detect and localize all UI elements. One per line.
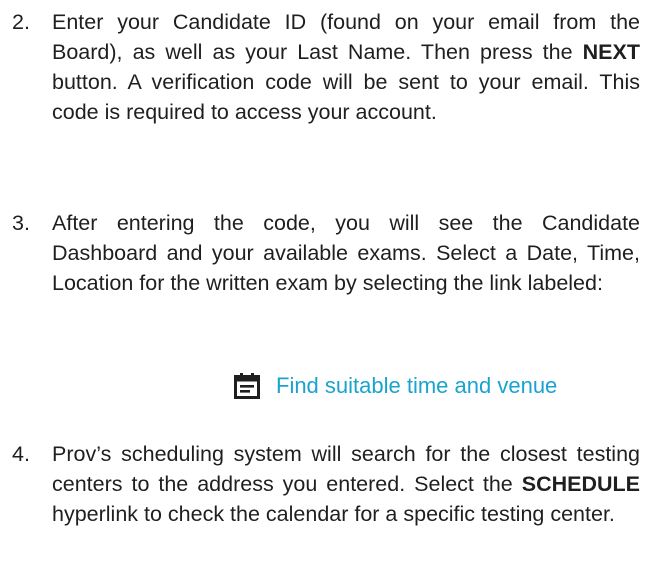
step-text-part: After entering the code, you will see th… (52, 211, 640, 295)
step-number: 3. (12, 211, 30, 235)
next-keyword: NEXT (582, 40, 640, 64)
calendar-icon (234, 373, 260, 399)
instructions-page: 2. Enter your Candidate ID (found on you… (0, 0, 664, 576)
step-text-part: button. A verification code will be sent… (52, 70, 640, 124)
step-number: 4. (12, 442, 30, 466)
step-text: After entering the code, you will see th… (52, 208, 640, 298)
step-text-part: hyperlink to check the calendar for a sp… (52, 502, 615, 526)
step-number: 2. (12, 10, 30, 34)
step-text: Prov’s scheduling system will search for… (52, 439, 640, 529)
step-text: Enter your Candidate ID (found on your e… (52, 7, 640, 127)
schedule-keyword: SCHEDULE (521, 472, 640, 496)
step-text-part: Enter your Candidate ID (found on your e… (52, 10, 640, 64)
find-time-venue-link[interactable]: Find suitable time and venue (234, 368, 557, 404)
link-label[interactable]: Find suitable time and venue (276, 373, 557, 399)
